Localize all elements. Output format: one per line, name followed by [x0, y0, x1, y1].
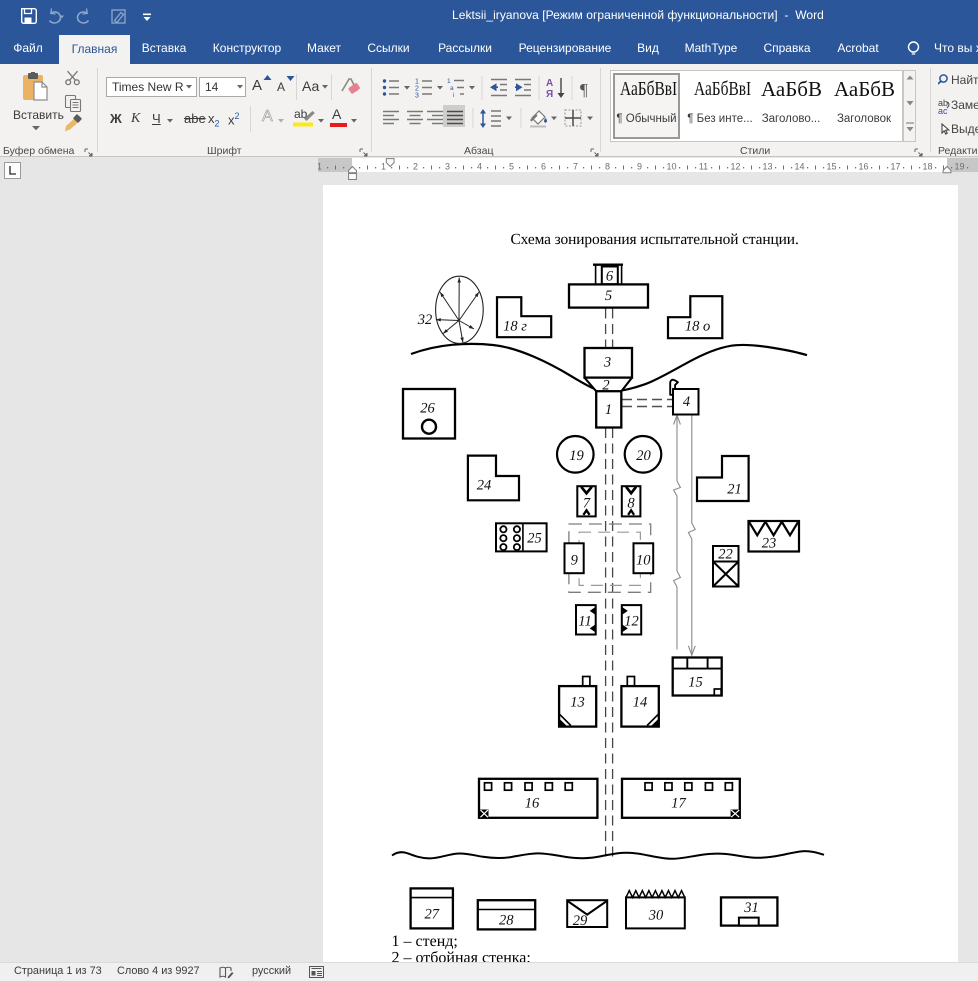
svg-text:a: a [450, 85, 454, 92]
svg-text:3: 3 [445, 162, 450, 172]
svg-text:2: 2 [413, 162, 418, 172]
svg-text:19: 19 [569, 448, 584, 464]
svg-text:1: 1 [415, 79, 419, 86]
svg-text:2: 2 [415, 86, 419, 93]
svg-text:26: 26 [420, 401, 435, 417]
svg-text:31: 31 [743, 900, 759, 916]
svg-text:3: 3 [415, 93, 419, 100]
svg-text:28: 28 [499, 912, 514, 928]
svg-text:21: 21 [727, 482, 742, 498]
svg-text:Заменить: Заменить [951, 98, 978, 112]
svg-text:4: 4 [683, 394, 690, 410]
svg-text:17: 17 [890, 162, 900, 172]
svg-text:Найти: Найти [951, 74, 978, 87]
svg-text:18 о: 18 о [685, 319, 710, 335]
svg-text:8: 8 [605, 162, 610, 172]
svg-text:27: 27 [425, 906, 440, 922]
svg-text:1: 1 [318, 162, 322, 172]
svg-text:17: 17 [671, 795, 686, 811]
svg-text:30: 30 [648, 907, 664, 923]
svg-text:14: 14 [633, 695, 648, 711]
svg-text:1: 1 [381, 162, 386, 172]
svg-text:24: 24 [477, 478, 492, 494]
svg-text:11: 11 [578, 613, 591, 629]
svg-text:1: 1 [605, 402, 612, 418]
svg-text:9: 9 [637, 162, 642, 172]
svg-text:2 – отбойная стенка;: 2 – отбойная стенка; [392, 950, 531, 963]
svg-text:7: 7 [573, 162, 578, 172]
svg-text:15: 15 [688, 675, 703, 691]
svg-text:13: 13 [570, 695, 585, 711]
svg-text:7: 7 [583, 496, 591, 512]
svg-text:1: 1 [447, 78, 451, 85]
svg-text:Я: Я [546, 89, 553, 100]
svg-text:i: i [453, 92, 454, 99]
svg-text:¶: ¶ [580, 80, 588, 99]
svg-text:10: 10 [666, 162, 676, 172]
svg-text:8: 8 [627, 496, 635, 512]
svg-text:Выделить: Выделить [951, 122, 978, 136]
svg-text:5: 5 [509, 162, 514, 172]
svg-text:13: 13 [762, 162, 772, 172]
svg-text:5: 5 [605, 288, 612, 304]
svg-text:А: А [546, 78, 553, 89]
svg-text:12: 12 [730, 162, 740, 172]
svg-text:20: 20 [636, 448, 651, 464]
svg-text:9: 9 [571, 552, 579, 568]
svg-text:6: 6 [606, 269, 614, 285]
svg-text:14: 14 [794, 162, 804, 172]
svg-text:19: 19 [954, 162, 964, 172]
svg-text:23: 23 [762, 536, 777, 552]
svg-text:18 г: 18 г [503, 319, 527, 335]
svg-text:10: 10 [636, 552, 651, 568]
svg-text:22: 22 [718, 546, 733, 562]
svg-text:29: 29 [573, 913, 588, 929]
svg-text:3: 3 [603, 355, 611, 371]
svg-text:18: 18 [922, 162, 932, 172]
svg-text:16: 16 [525, 795, 540, 811]
svg-text:12: 12 [624, 613, 639, 629]
svg-text:ас: ас [938, 106, 948, 116]
svg-text:25: 25 [527, 531, 542, 547]
svg-text:32: 32 [417, 312, 433, 328]
svg-text:1 – стенд;: 1 – стенд; [392, 933, 458, 950]
svg-text:15: 15 [826, 162, 836, 172]
svg-text:Схема зонирования испытательно: Схема зонирования испытательной станции. [511, 231, 799, 248]
svg-text:4: 4 [477, 162, 482, 172]
svg-text:16: 16 [858, 162, 868, 172]
svg-text:11: 11 [699, 162, 708, 172]
svg-text:6: 6 [541, 162, 546, 172]
svg-text:2: 2 [602, 378, 609, 394]
